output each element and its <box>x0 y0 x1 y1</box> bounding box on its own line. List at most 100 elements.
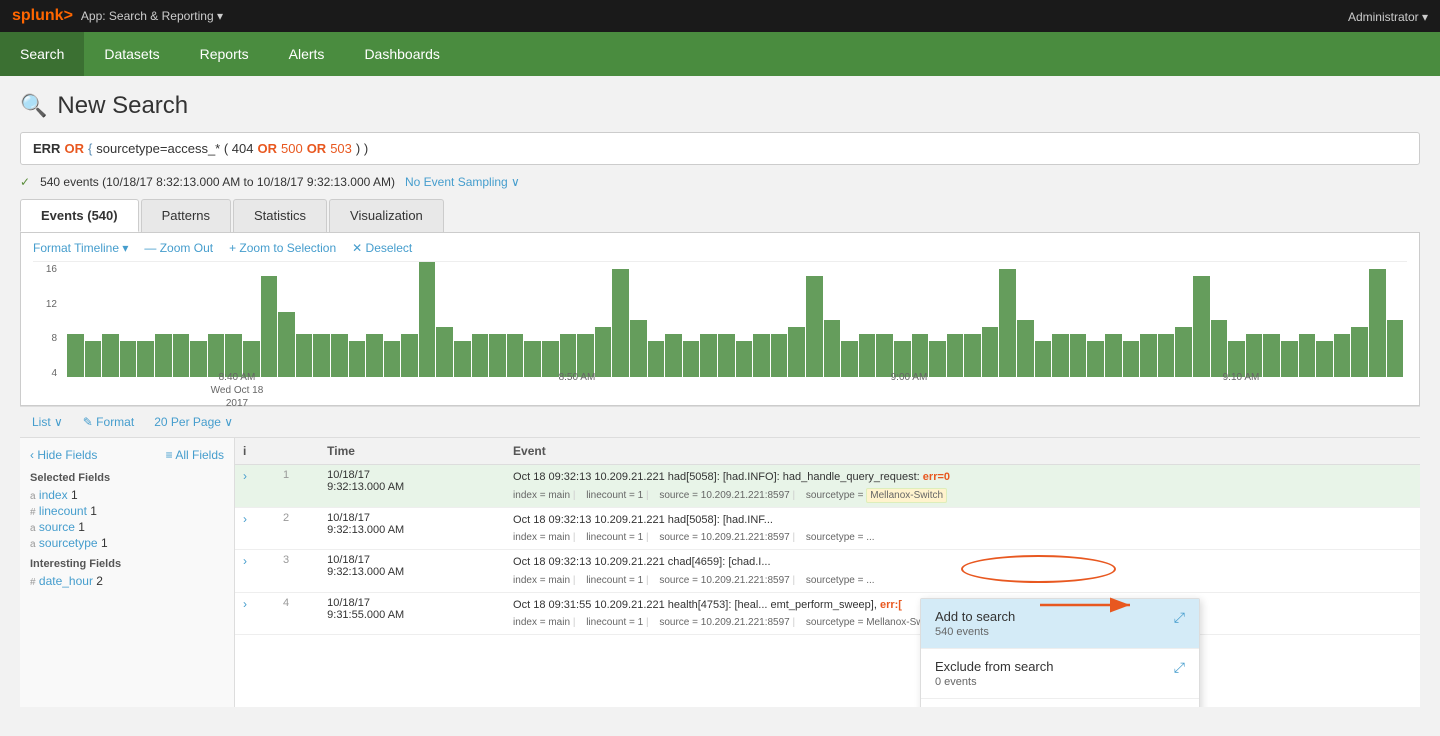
sidebar: ‹ Hide Fields ≡ All Fields Selected Fiel… <box>20 438 235 707</box>
chart-bar[interactable] <box>612 269 629 377</box>
chart-bar[interactable] <box>806 276 823 377</box>
chart-bar[interactable] <box>261 276 278 377</box>
search-sourcetype: sourcetype=access_* ( 404 <box>96 141 253 156</box>
chart-bar[interactable] <box>999 269 1016 377</box>
row-num: 4 <box>275 592 319 635</box>
per-page-btn[interactable]: 20 Per Page ∨ <box>154 415 233 429</box>
search-bracket: { <box>88 141 92 156</box>
nav-datasets[interactable]: Datasets <box>84 32 179 76</box>
chart-bar[interactable] <box>1193 276 1210 377</box>
list-controls: List ∨ ✎ Format 20 Per Page ∨ <box>20 406 1420 437</box>
tab-visualization[interactable]: Visualization <box>329 199 444 232</box>
col-i: i <box>235 438 275 465</box>
search-503: 503 <box>330 141 352 156</box>
page-content: 🔍 New Search ERR OR { sourcetype=access_… <box>0 76 1440 707</box>
search-bar[interactable]: ERR OR { sourcetype=access_* ( 404 OR 50… <box>20 132 1420 165</box>
nav-search[interactable]: Search <box>0 32 84 76</box>
chart-bar[interactable] <box>419 262 436 377</box>
row-expand[interactable]: › <box>235 507 275 550</box>
err-value2: err:[ <box>880 599 902 611</box>
row-expand[interactable]: › <box>235 592 275 635</box>
search-500: 500 <box>281 141 303 156</box>
popup-exclude-sub: 0 events <box>935 676 1054 688</box>
event-count-bar: ✓ 540 events (10/18/17 8:32:13.000 AM to… <box>20 175 1420 189</box>
search-close: ) ) <box>356 141 368 156</box>
page-title-container: 🔍 New Search <box>20 92 1420 120</box>
event-meta: index = main | linecount = 1 | source = … <box>513 530 1412 545</box>
format-timeline-btn[interactable]: Format Timeline ▾ <box>33 241 128 255</box>
event-meta: index = main | linecount = 1 | source = … <box>513 488 1412 503</box>
popup-exclude-icon[interactable]: ⤢ <box>1174 659 1185 676</box>
search-or2: OR <box>257 141 277 156</box>
sidebar-header: ‹ Hide Fields ≡ All Fields <box>30 448 224 462</box>
zoom-out-btn[interactable]: — Zoom Out <box>144 241 213 255</box>
list-btn[interactable]: List ∨ <box>32 415 63 429</box>
popup-exclude-label: Exclude from search <box>935 659 1054 674</box>
search-or1: OR <box>64 141 84 156</box>
time-cell: 10/18/179:31:55.000 AM <box>319 592 505 635</box>
all-fields-btn[interactable]: ≡ All Fields <box>166 448 224 462</box>
table-row: › 4 10/18/179:31:55.000 AM Oct 18 09:31:… <box>235 592 1420 635</box>
chart-bar[interactable] <box>278 312 295 377</box>
hide-fields-btn[interactable]: ‹ Hide Fields <box>30 448 97 462</box>
tab-patterns[interactable]: Patterns <box>141 199 231 232</box>
interesting-fields-title: Interesting Fields <box>30 558 224 570</box>
popup-exclude[interactable]: Exclude from search 0 events ⤢ <box>921 649 1199 699</box>
field-source[interactable]: a source 1 <box>30 520 224 534</box>
y-label-8: 8 <box>51 333 57 344</box>
top-bar: splunk> App: Search & Reporting ▾ Admini… <box>0 0 1440 32</box>
search-err: ERR <box>33 141 60 156</box>
x-label-840: 8:40 AMWed Oct 182017 <box>211 371 264 410</box>
admin-label[interactable]: Administrator ▾ <box>1348 10 1428 24</box>
y-label-4: 4 <box>51 368 57 379</box>
popup-add-icon[interactable]: ⤢ <box>1174 609 1185 626</box>
no-event-sampling[interactable]: No Event Sampling ∨ <box>405 175 520 189</box>
err-value: err=0 <box>923 471 950 483</box>
row-expand[interactable]: › <box>235 465 275 508</box>
app-name[interactable]: App: Search & Reporting ▾ <box>81 9 223 23</box>
tab-events[interactable]: Events (540) <box>20 199 139 232</box>
field-index[interactable]: a index 1 <box>30 488 224 502</box>
chart-area: 16 12 8 4 8:40 AMWed Oct 182017 8:50 AM … <box>33 261 1407 401</box>
selected-fields-title: Selected Fields <box>30 472 224 484</box>
nav-alerts[interactable]: Alerts <box>269 32 345 76</box>
results-table: i Time Event › 1 10/18/179:32:13.000 AM … <box>235 438 1420 707</box>
col-event: Event <box>505 438 1420 465</box>
x-label-850: 8:50 AM <box>559 371 596 384</box>
time-cell: 10/18/179:32:13.000 AM <box>319 507 505 550</box>
row-num: 3 <box>275 550 319 593</box>
timeline-controls: Format Timeline ▾ — Zoom Out + Zoom to S… <box>33 241 1407 255</box>
event-cell: Oct 18 09:32:13 10.209.21.221 chad[4659]… <box>505 550 1420 593</box>
chart-bar[interactable] <box>1369 269 1386 377</box>
popup-add-sub: 540 events <box>935 626 1015 638</box>
chart-x-labels: 8:40 AMWed Oct 182017 8:50 AM 9:00 AM 9:… <box>63 369 1407 401</box>
popup-add-label: Add to search <box>935 609 1015 624</box>
splunk-logo: splunk> <box>12 7 73 25</box>
results-area: ‹ Hide Fields ≡ All Fields Selected Fiel… <box>20 437 1420 707</box>
chart-y-labels: 16 12 8 4 <box>33 262 61 381</box>
table-row: › 1 10/18/179:32:13.000 AM Oct 18 09:32:… <box>235 465 1420 508</box>
y-label-12: 12 <box>46 299 57 310</box>
zoom-selection-btn[interactable]: + Zoom to Selection <box>229 241 336 255</box>
x-label-900: 9:00 AM <box>891 371 928 384</box>
field-date-hour[interactable]: # date_hour 2 <box>30 574 224 588</box>
page-title: New Search <box>57 92 188 120</box>
events-table: i Time Event › 1 10/18/179:32:13.000 AM … <box>235 438 1420 635</box>
event-meta: index = main | linecount = 1 | source = … <box>513 573 1412 588</box>
field-linecount[interactable]: # linecount 1 <box>30 504 224 518</box>
arrow-annotation <box>1030 590 1150 620</box>
nav-dashboards[interactable]: Dashboards <box>344 32 460 76</box>
deselect-btn[interactable]: ✕ Deselect <box>352 241 412 255</box>
chart-bars[interactable] <box>63 262 1407 377</box>
row-expand[interactable]: › <box>235 550 275 593</box>
time-cell: 10/18/179:32:13.000 AM <box>319 550 505 593</box>
popup-new-search[interactable]: New search ⤢ <box>921 699 1199 707</box>
event-cell: Oct 18 09:32:13 10.209.21.221 had[5058]:… <box>505 507 1420 550</box>
tabs: Events (540) Patterns Statistics Visuali… <box>20 199 1420 233</box>
row-num: 2 <box>275 507 319 550</box>
field-sourcetype[interactable]: a sourcetype 1 <box>30 536 224 550</box>
tab-statistics[interactable]: Statistics <box>233 199 327 232</box>
event-count-text: 540 events (10/18/17 8:32:13.000 AM to 1… <box>40 175 395 189</box>
format-btn[interactable]: ✎ Format <box>83 415 134 429</box>
nav-reports[interactable]: Reports <box>180 32 269 76</box>
